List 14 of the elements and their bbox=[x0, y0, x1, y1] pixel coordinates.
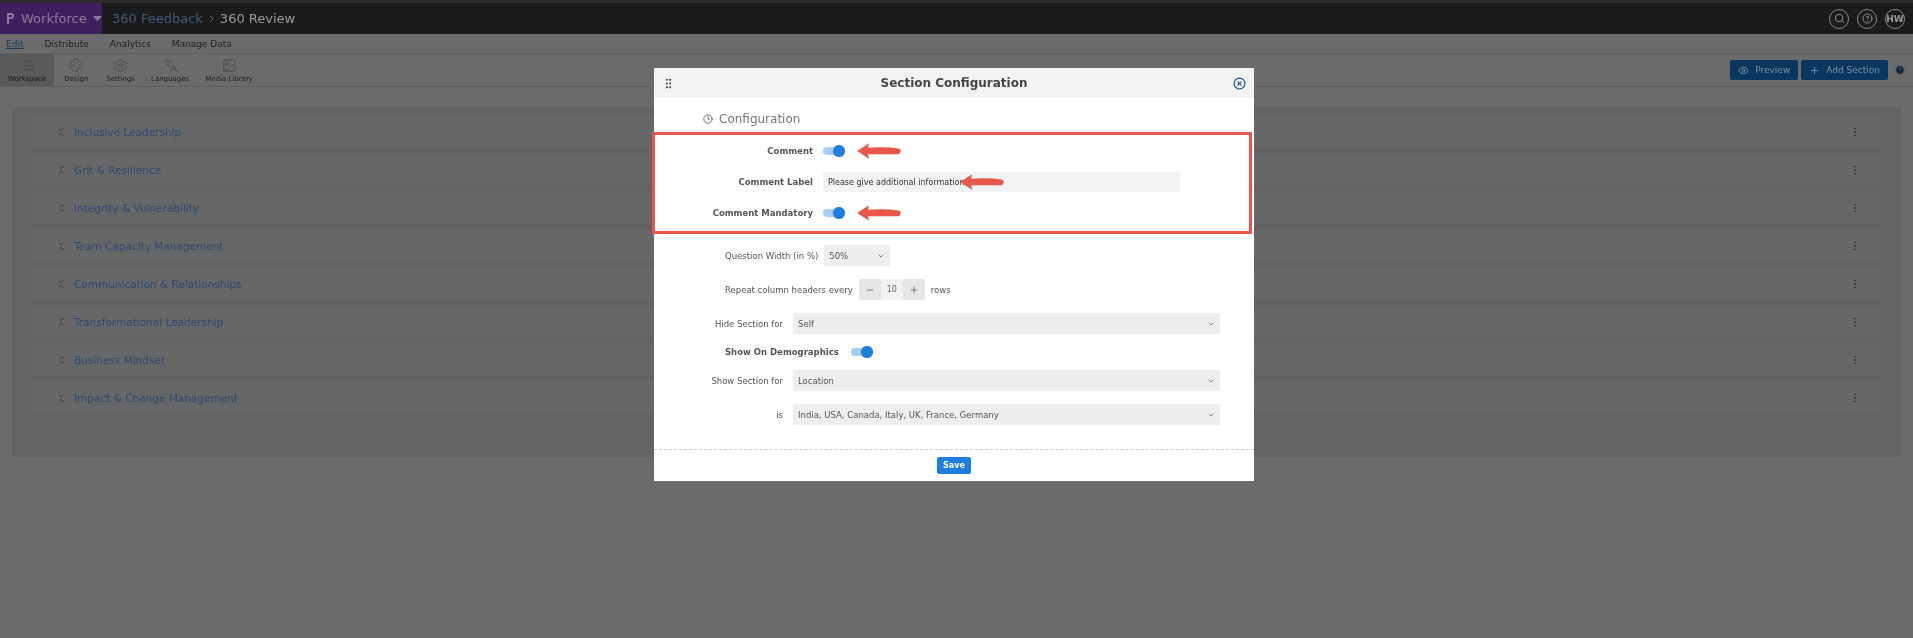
field-label: Comment bbox=[766, 146, 813, 156]
breadcrumb-item: 360 Review bbox=[219, 11, 296, 26]
stepper-value: 10 bbox=[880, 279, 903, 300]
field-label: rows bbox=[930, 284, 951, 295]
field-label: Repeat column headers every bbox=[725, 284, 853, 295]
section-heading: Configuration bbox=[719, 112, 801, 126]
field-label: Comment Mandatory bbox=[711, 208, 813, 218]
field-label: Question Width (in %) bbox=[725, 250, 819, 261]
field-label: Hide Section for bbox=[713, 318, 783, 329]
field-label: Comment Label bbox=[737, 177, 813, 187]
field-label: Show Section for bbox=[711, 375, 783, 386]
dialog-title: Section Configuration bbox=[879, 76, 1029, 90]
field-label: is bbox=[775, 409, 783, 420]
field-label: Show On Demographics bbox=[725, 347, 839, 357]
